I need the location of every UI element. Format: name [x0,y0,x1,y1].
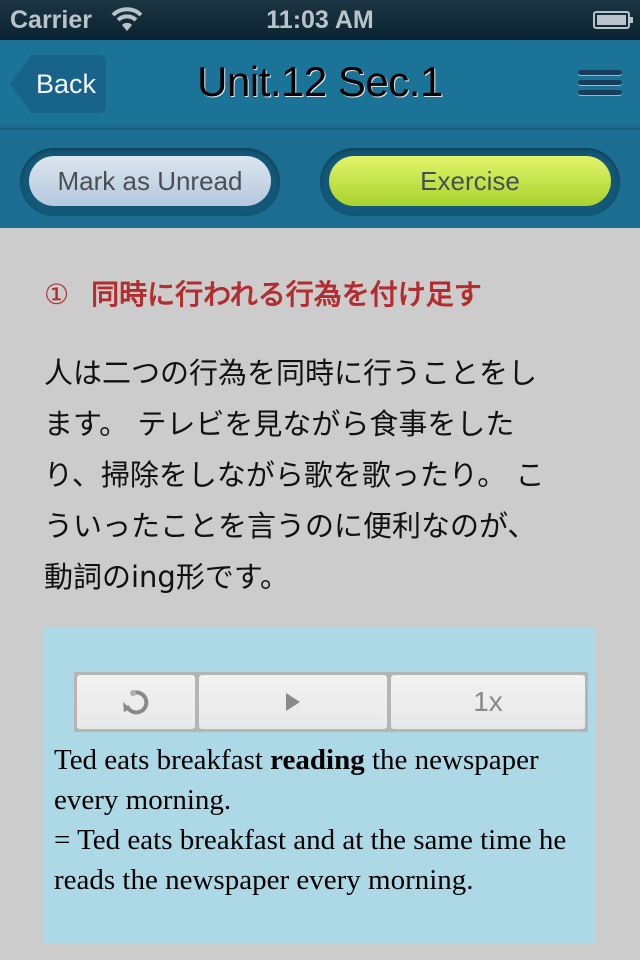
body-line: 動詞のing形です。 [44,560,289,594]
restart-icon [123,690,149,715]
example-sentence-prefix: Ted eats breakfast [54,744,271,776]
body-line: ます。 テレビを見ながら食事をした [44,407,515,441]
body-line: 人は二つの行為を同時に行うことをし [44,356,538,390]
lesson-content: ① 同時に行われる行為を付け足す 人は二つの行為を同時に行うことをし ます。 テレ… [0,228,640,960]
menu-button[interactable] [578,70,622,102]
example-sentence: Ted eats breakfast reading the newspaper… [54,740,594,900]
play-button[interactable] [199,675,387,729]
body-line: り、掃除をしながら歌を歌ったり。 こ [44,458,545,492]
action-toolbar: Mark as Unread Exercise [0,130,640,228]
playback-speed-button[interactable]: 1x [391,675,585,729]
status-time: 11:03 AM [266,6,374,34]
lesson-body-text: 人は二つの行為を同時に行うことをし ます。 テレビを見ながら食事をした り、掃除… [44,348,604,603]
restart-button[interactable] [77,675,195,729]
example-box: 1x Ted eats breakfast reading the newspa… [44,628,596,944]
hamburger-menu-icon [578,70,622,95]
status-bar: Carrier 11:03 AM [0,0,640,40]
audio-player: 1x [74,672,588,732]
page-title: Unit.12 Sec.1 [197,58,443,105]
example-explanation: = Ted eats breakfast and at the same tim… [54,824,567,896]
section-number: ① [44,279,70,310]
section-heading-text: 同時に行われる行為を付け足す [91,279,482,310]
navigation-bar: Back Unit.12 Sec.1 [0,40,640,130]
play-icon [286,693,300,711]
exercise-button[interactable]: Exercise [329,156,611,206]
battery-icon [593,11,633,29]
exercise-well: Exercise [320,148,620,216]
mark-as-unread-button[interactable]: Mark as Unread [29,156,271,206]
body-line: ういったことを言うのに便利なのが、 [44,509,537,543]
mark-unread-well: Mark as Unread [20,148,280,216]
section-heading: ① 同時に行われる行為を付け足す [44,273,482,313]
example-sentence-highlight: reading [270,744,365,776]
